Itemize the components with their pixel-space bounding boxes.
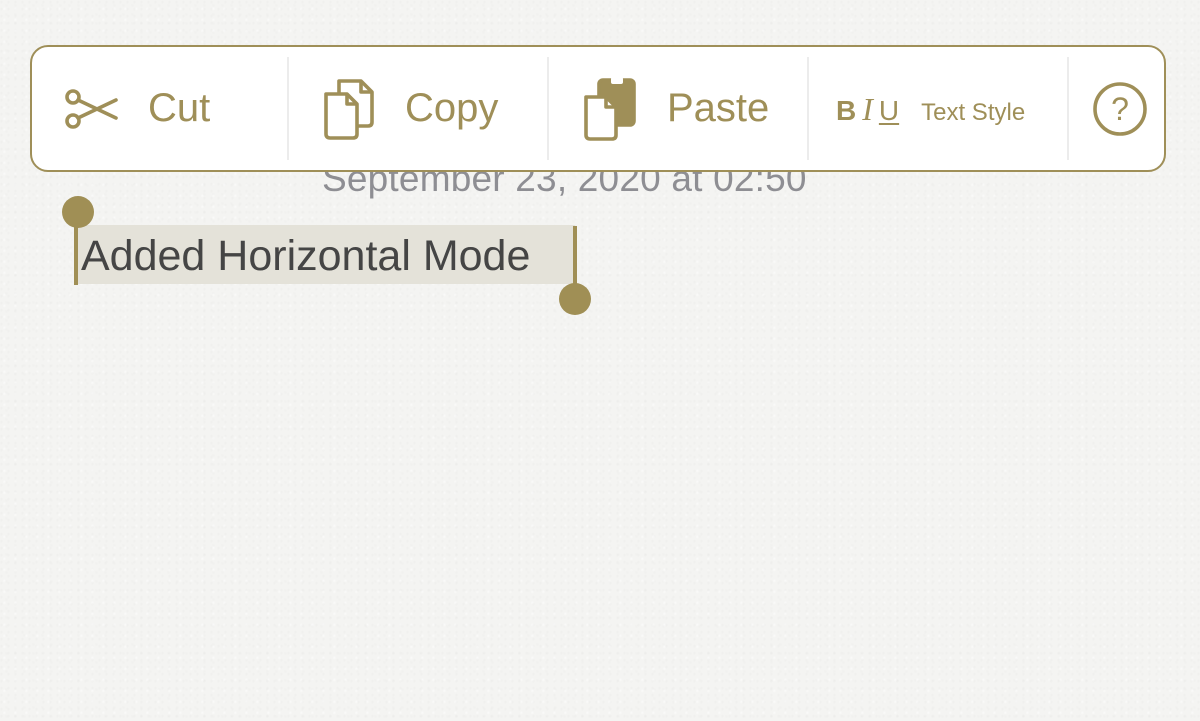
underline-glyph: U — [878, 94, 900, 126]
italic-glyph: I — [862, 90, 873, 127]
selection-start-caret — [74, 218, 78, 285]
selection-start-handle[interactable] — [62, 196, 94, 228]
bold-glyph: B — [836, 94, 857, 126]
text-style-button[interactable]: B I U Text Style — [809, 47, 1067, 170]
copy-button[interactable]: Copy — [289, 47, 547, 170]
selection-end-handle[interactable] — [559, 283, 591, 315]
paste-button[interactable]: Paste — [549, 47, 807, 170]
text-style-icon: B I U — [836, 93, 899, 125]
note-text[interactable]: Added Horizontal Mode — [81, 232, 530, 281]
copy-label: Copy — [405, 86, 499, 130]
paste-icon — [583, 76, 637, 141]
cut-label: Cut — [148, 86, 211, 130]
edit-menu: Cut Copy Paste B I U Text Style ? — [30, 45, 1166, 172]
paste-label: Paste — [667, 86, 770, 130]
copy-icon — [323, 78, 375, 140]
help-icon: ? — [1092, 81, 1148, 137]
text-style-label: Text Style — [921, 98, 1026, 126]
cut-button[interactable]: Cut — [32, 47, 287, 170]
svg-text:?: ? — [1111, 91, 1129, 127]
help-button[interactable]: ? — [1069, 47, 1164, 170]
scissors-icon — [64, 87, 118, 131]
